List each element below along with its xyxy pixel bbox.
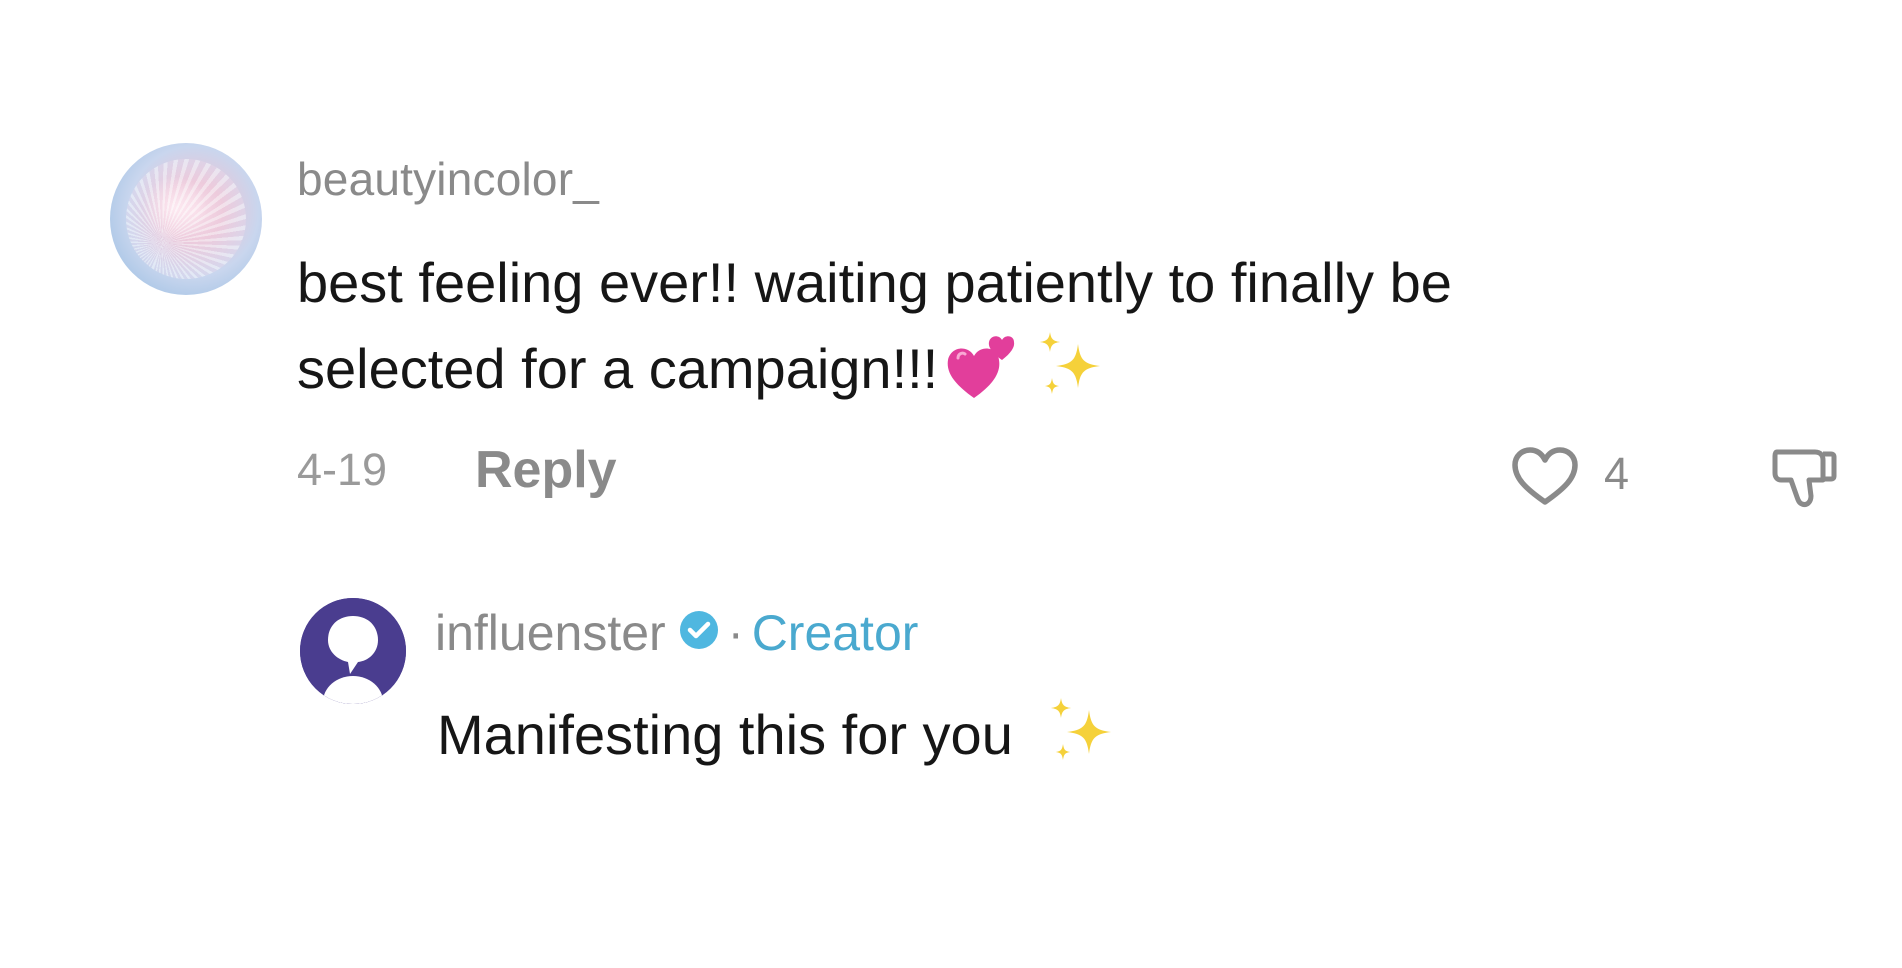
comment-username[interactable]: beautyincolor_ bbox=[297, 152, 599, 206]
reply-username[interactable]: influenster bbox=[435, 605, 666, 661]
reply-button[interactable]: Reply bbox=[475, 440, 617, 500]
reply-text-content: Manifesting this for you bbox=[437, 703, 1013, 766]
comment-meta-row: 4-19 Reply 4 bbox=[297, 440, 1857, 510]
reply-header: influenster · Creator bbox=[435, 604, 918, 664]
like-count: 4 bbox=[1604, 448, 1630, 499]
comment-text-line-2-wrap: selected for a campaign!!! bbox=[297, 326, 1797, 412]
comment-text: best feeling ever!! waiting patiently to… bbox=[297, 240, 1797, 412]
comment-thread: beautyincolor_ best feeling ever!! waiti… bbox=[0, 0, 1902, 968]
avatar[interactable] bbox=[110, 143, 262, 295]
sparkles-emoji bbox=[1043, 692, 1123, 772]
thumbs-down-outline-icon[interactable] bbox=[1767, 440, 1839, 512]
speech-bubble-logo-icon bbox=[300, 598, 406, 704]
comment-text-line-1: best feeling ever!! waiting patiently to… bbox=[297, 251, 1452, 314]
comment-date: 4-19 bbox=[297, 444, 388, 495]
separator-dot: · bbox=[727, 606, 744, 660]
two-hearts-emoji bbox=[944, 330, 1020, 402]
heart-outline-icon[interactable] bbox=[1509, 444, 1581, 508]
comment-text-line-2: selected for a campaign!!! bbox=[297, 337, 939, 400]
sparkles-emoji bbox=[1032, 326, 1112, 406]
reply-avatar[interactable] bbox=[300, 598, 406, 704]
verified-check-icon bbox=[679, 611, 718, 649]
reply-text: Manifesting this for you bbox=[437, 692, 1123, 772]
like-button[interactable]: 4 bbox=[1509, 440, 1659, 510]
creator-badge: Creator bbox=[751, 605, 919, 661]
